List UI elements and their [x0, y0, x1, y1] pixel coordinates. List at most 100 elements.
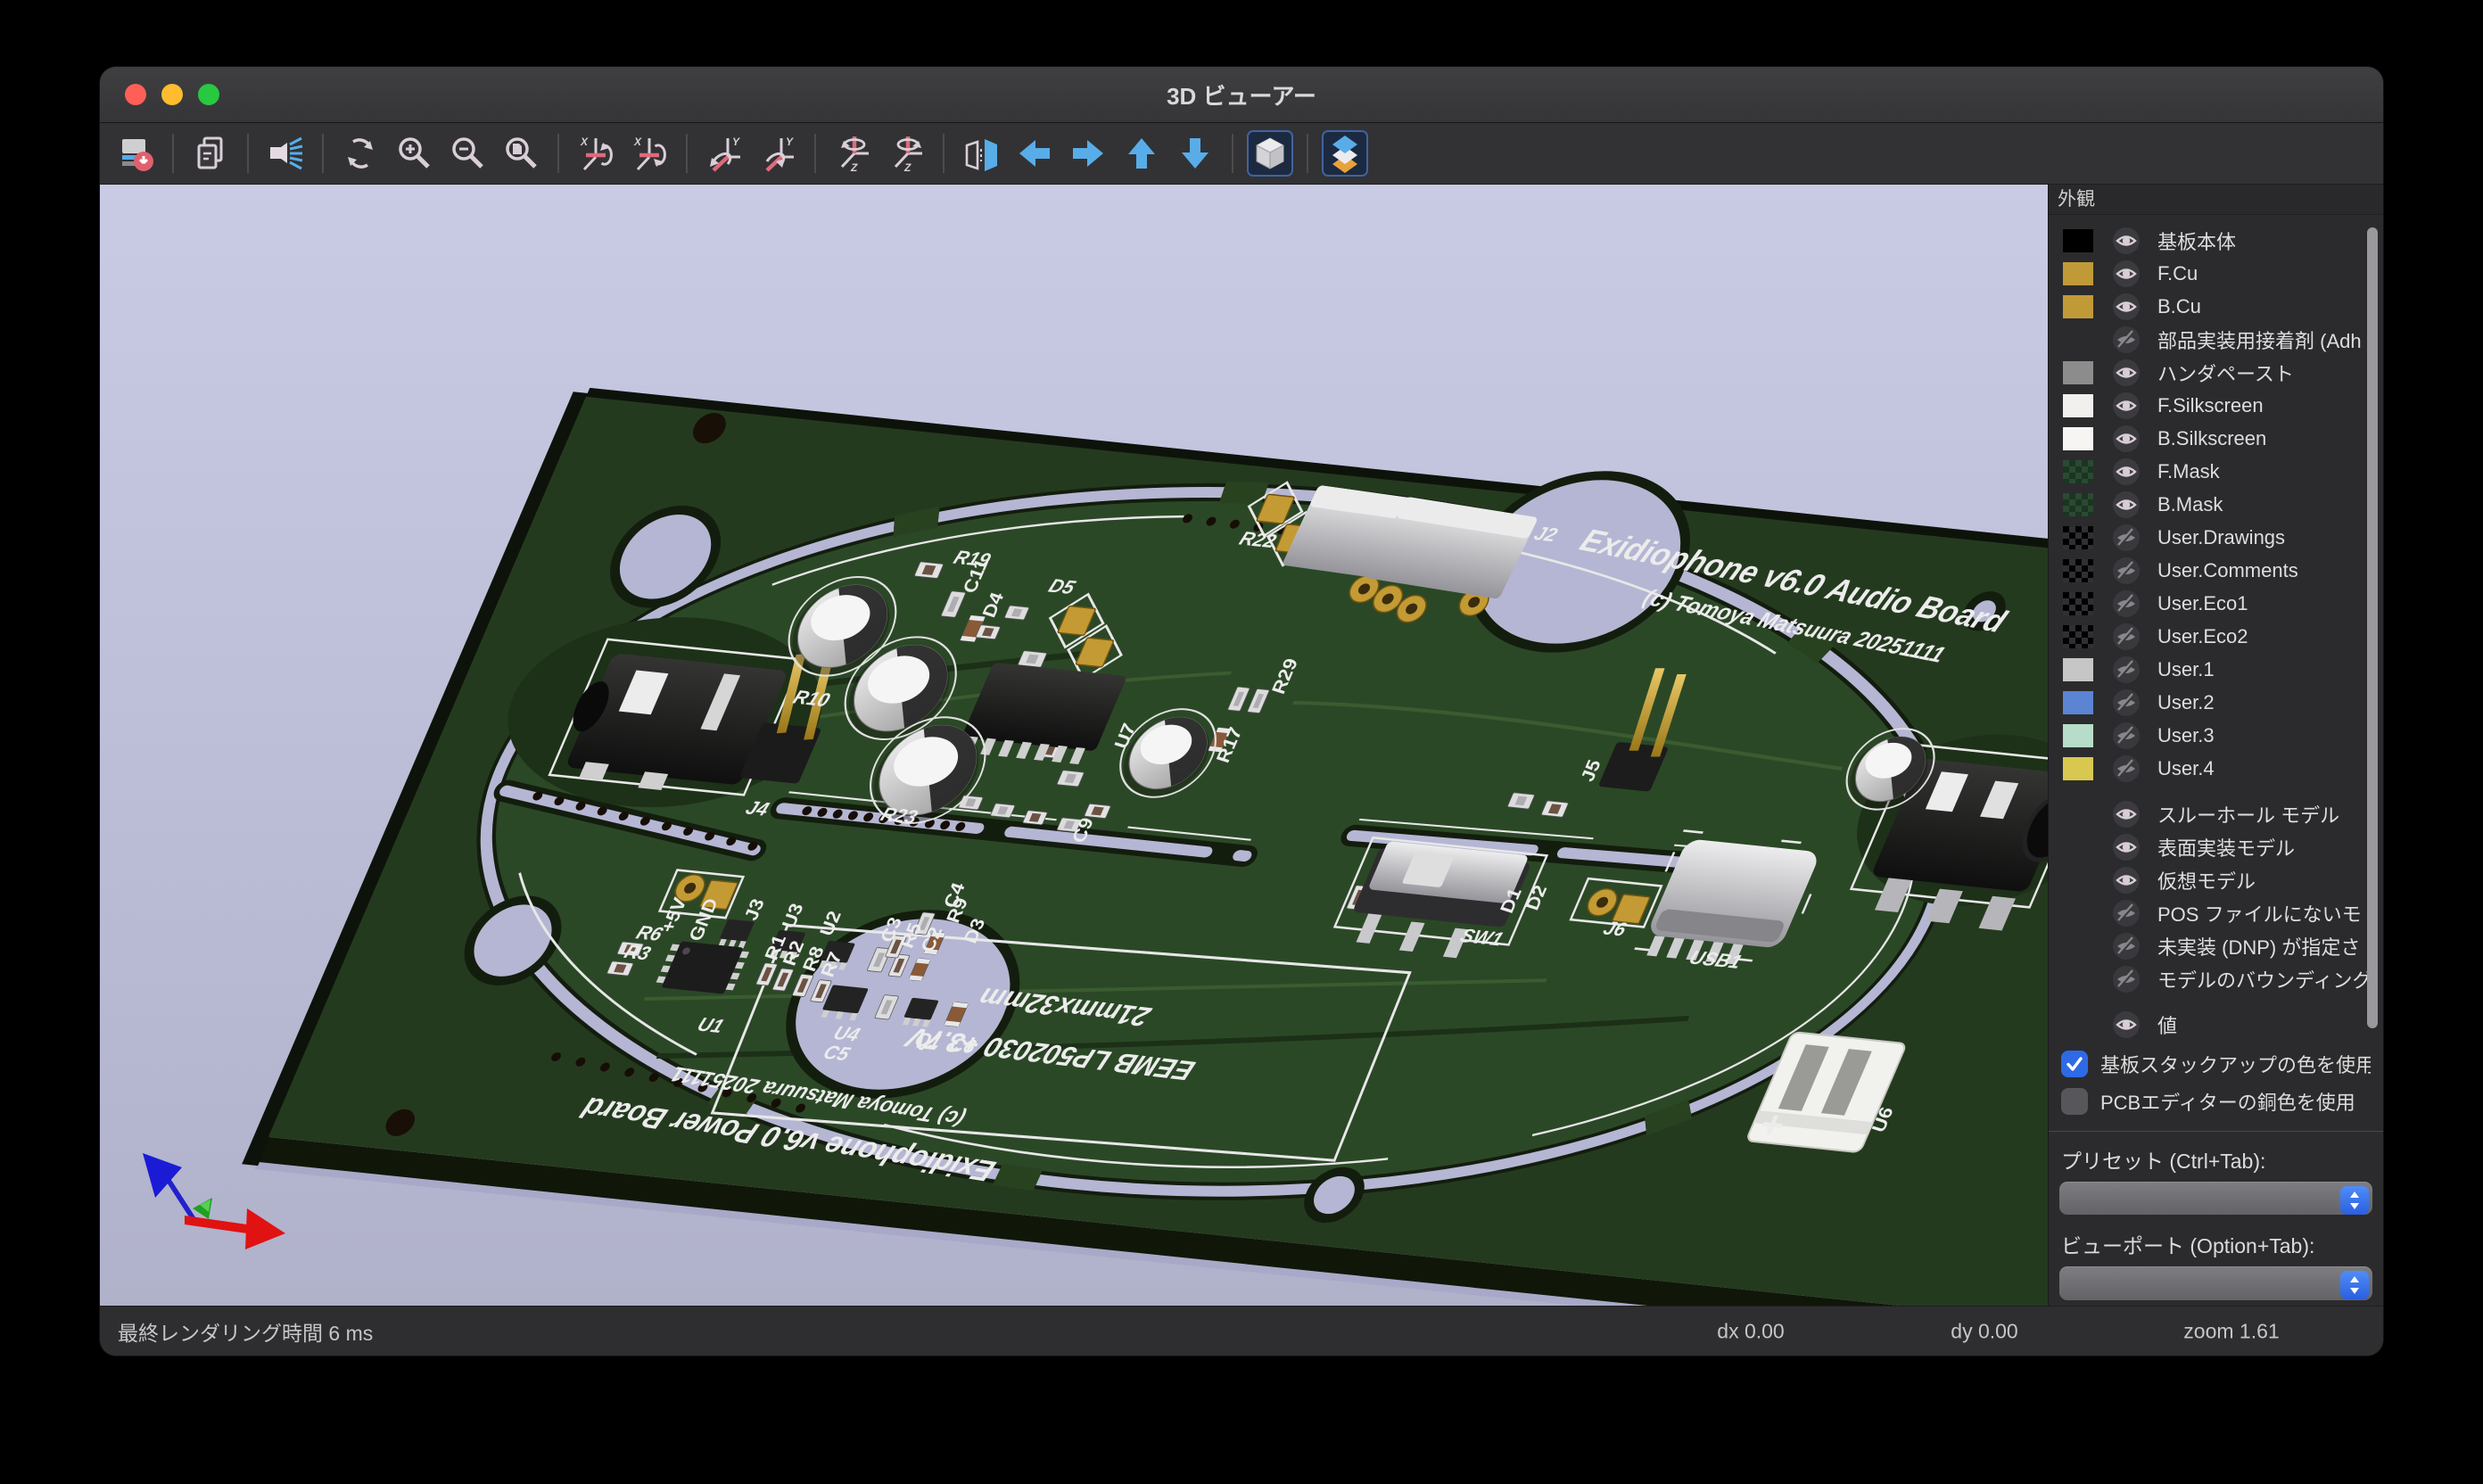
layer-color-swatch[interactable] — [2063, 262, 2093, 285]
visibility-off-icon[interactable] — [2113, 966, 2140, 993]
titlebar[interactable]: 3D ビューアー — [100, 67, 2383, 123]
layer-row-4[interactable]: ハンダペースト — [2049, 356, 2383, 389]
model-row-3[interactable]: POS ファイルにないモ — [2049, 896, 2383, 929]
visibility-on-icon[interactable] — [2113, 834, 2140, 861]
viewport-3d[interactable]: R22J2R19C11D4D5R10R23J4U7R29R17C9J5SW1D1… — [100, 185, 2048, 1308]
layer-color-swatch[interactable] — [2063, 493, 2093, 516]
layer-color-swatch[interactable] — [2063, 625, 2093, 648]
visibility-on-icon[interactable] — [2113, 359, 2140, 386]
minimize-button[interactable] — [161, 84, 183, 105]
model-row-1[interactable]: 表面実装モデル — [2049, 830, 2383, 863]
rotate-x-pos-button[interactable]: X — [626, 130, 672, 177]
visibility-off-icon[interactable] — [2113, 557, 2140, 584]
move-up-button[interactable] — [1118, 130, 1165, 177]
layer-color-swatch[interactable] — [2063, 295, 2093, 318]
layer-row-12[interactable]: User.Eco2 — [2049, 620, 2383, 653]
visibility-on-icon[interactable] — [2113, 801, 2140, 828]
layer-color-swatch[interactable] — [2063, 691, 2093, 714]
layer-row-9[interactable]: User.Drawings — [2049, 521, 2383, 554]
visibility-off-icon[interactable] — [2113, 590, 2140, 617]
visibility-off-icon[interactable] — [2113, 326, 2140, 353]
layer-color-swatch[interactable] — [2063, 460, 2093, 483]
visibility-off-icon[interactable] — [2113, 689, 2140, 716]
visibility-on-icon[interactable] — [2113, 1011, 2140, 1038]
layer-color-swatch[interactable] — [2063, 361, 2093, 384]
layer-color-swatch[interactable] — [2063, 526, 2093, 549]
visibility-on-icon[interactable] — [2113, 425, 2140, 452]
copy-image-button[interactable] — [187, 130, 234, 177]
layer-row-7[interactable]: F.Mask — [2049, 455, 2383, 488]
layer-row-2[interactable]: B.Cu — [2049, 290, 2383, 323]
checkbox-row-0: 基板スタックアップの色を使用 — [2061, 1045, 2371, 1083]
rotate-z-neg-button[interactable]: Z — [829, 130, 876, 177]
layer-row-5[interactable]: F.Silkscreen — [2049, 389, 2383, 422]
visibility-on-icon[interactable] — [2113, 491, 2140, 518]
flip-board-button[interactable] — [958, 130, 1004, 177]
visibility-on-icon[interactable] — [2113, 458, 2140, 485]
zoom-in-button[interactable] — [391, 130, 437, 177]
visibility-on-icon[interactable] — [2113, 260, 2140, 287]
layer-color-swatch[interactable] — [2063, 394, 2093, 417]
visibility-off-icon[interactable] — [2113, 524, 2140, 551]
rotate-y-neg-button[interactable]: Y — [701, 130, 747, 177]
layer-row-16[interactable]: User.4 — [2049, 752, 2383, 785]
layer-row-15[interactable]: User.3 — [2049, 719, 2383, 752]
layer-list[interactable]: 基板本体F.CuB.Cu部品実装用接着剤 (AdhハンダペーストF.Silksc… — [2049, 215, 2383, 1038]
rotate-y-pos-button[interactable]: Y — [755, 130, 801, 177]
rotate-x-neg-button[interactable]: X — [573, 130, 619, 177]
stepper-icon[interactable] — [2340, 1271, 2369, 1299]
zoom-button[interactable] — [198, 84, 219, 105]
zoom-out-button[interactable] — [444, 130, 491, 177]
layer-color-swatch[interactable] — [2063, 757, 2093, 780]
visibility-off-icon[interactable] — [2113, 656, 2140, 683]
render-current-view-button[interactable] — [262, 130, 309, 177]
layer-row-1[interactable]: F.Cu — [2049, 257, 2383, 290]
reload-board-button[interactable] — [112, 130, 159, 177]
rotate-z-pos-button[interactable]: Z — [883, 130, 929, 177]
move-down-button[interactable] — [1172, 130, 1218, 177]
visibility-on-icon[interactable] — [2113, 227, 2140, 254]
layer-row-10[interactable]: User.Comments — [2049, 554, 2383, 587]
redraw-button[interactable] — [337, 130, 384, 177]
model-row-4[interactable]: 未実装 (DNP) が指定さ — [2049, 929, 2383, 962]
move-right-button[interactable] — [1065, 130, 1111, 177]
scrollbar-thumb[interactable] — [2367, 227, 2378, 1028]
model-row-5[interactable]: モデルのバウンディング — [2049, 962, 2383, 995]
layer-row-3[interactable]: 部品実装用接着剤 (Adh — [2049, 323, 2383, 356]
visibility-off-icon[interactable] — [2113, 722, 2140, 749]
stepper-icon[interactable] — [2340, 1186, 2369, 1215]
move-left-button[interactable] — [1011, 130, 1058, 177]
checkbox-checked-icon[interactable] — [2061, 1051, 2088, 1077]
pcb-3d-render[interactable]: R22J2R19C11D4D5R10R23J4U7R29R17C9J5SW1D1… — [100, 185, 2048, 1308]
zoom-to-fit-button[interactable] — [498, 130, 544, 177]
toolbar-separator — [322, 134, 324, 173]
layer-row-13[interactable]: User.1 — [2049, 653, 2383, 686]
model-row-2[interactable]: 仮想モデル — [2049, 863, 2383, 896]
layer-color-swatch[interactable] — [2063, 724, 2093, 747]
checkbox-unchecked-icon[interactable] — [2061, 1088, 2088, 1115]
layer-color-swatch[interactable] — [2063, 658, 2093, 681]
visibility-on-icon[interactable] — [2113, 867, 2140, 894]
viewport-select[interactable] — [2059, 1266, 2372, 1300]
visibility-off-icon[interactable] — [2113, 900, 2140, 927]
toggle-appearance-panel-button[interactable] — [1322, 130, 1368, 177]
visibility-off-icon[interactable] — [2113, 755, 2140, 782]
layer-row-11[interactable]: User.Eco1 — [2049, 587, 2383, 620]
model-row-0[interactable]: スルーホール モデル — [2049, 797, 2383, 830]
visibility-off-icon[interactable] — [2113, 623, 2140, 650]
toggle-orthographic-button[interactable] — [1247, 130, 1293, 177]
layer-row-0[interactable]: 基板本体 — [2049, 224, 2383, 257]
layer-color-swatch[interactable] — [2063, 559, 2093, 582]
value-row[interactable]: 値 — [2049, 1008, 2383, 1038]
visibility-on-icon[interactable] — [2113, 293, 2140, 320]
layer-color-swatch[interactable] — [2063, 592, 2093, 615]
visibility-on-icon[interactable] — [2113, 392, 2140, 419]
layer-color-swatch[interactable] — [2063, 229, 2093, 252]
visibility-off-icon[interactable] — [2113, 933, 2140, 960]
layer-row-14[interactable]: User.2 — [2049, 686, 2383, 719]
close-button[interactable] — [125, 84, 146, 105]
layer-row-8[interactable]: B.Mask — [2049, 488, 2383, 521]
layer-row-6[interactable]: B.Silkscreen — [2049, 422, 2383, 455]
preset-select[interactable] — [2059, 1182, 2372, 1216]
layer-color-swatch[interactable] — [2063, 427, 2093, 450]
